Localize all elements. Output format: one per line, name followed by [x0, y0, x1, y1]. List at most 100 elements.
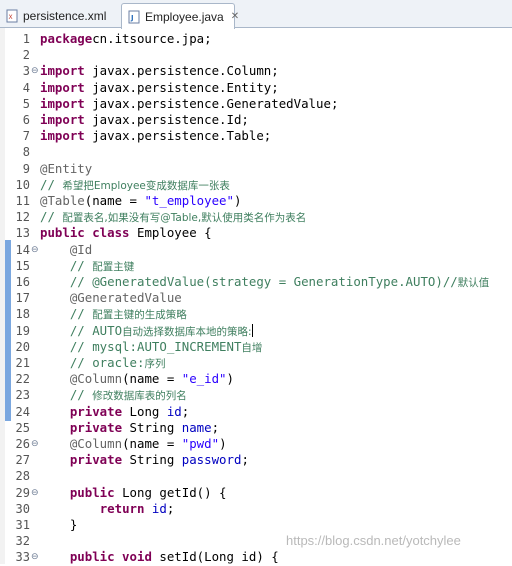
code-token: name: [181, 419, 212, 435]
code-token: import: [40, 63, 85, 79]
code-text: // 配置主键的生成策略: [40, 306, 187, 323]
code-line[interactable]: 1 packagecn.itsource.jpa;: [0, 31, 512, 47]
line-number: 24: [15, 404, 30, 419]
code-token: Long: [122, 403, 167, 419]
code-token: @Table: [40, 193, 85, 208]
code-token: javax.persistence.Id;: [84, 112, 249, 127]
code-line[interactable]: 14 ⊖ @Id: [0, 242, 512, 258]
code-token: Long getId() {: [114, 484, 227, 500]
code-token: Employee {: [129, 225, 212, 241]
code-token: // oracle:: [69, 355, 145, 370]
code-line[interactable]: 20 // mysql:AUTO_INCREMENT自增: [0, 339, 512, 355]
code-text: @Entity: [40, 161, 92, 177]
code-line[interactable]: 25 private String name;: [0, 420, 512, 436]
code-line[interactable]: 6 import javax.persistence.Id;: [0, 112, 512, 128]
code-token: (name =: [122, 436, 182, 451]
line-number: 33: [15, 550, 30, 565]
code-line[interactable]: 7 import javax.persistence.Table;: [0, 128, 512, 144]
code-token: ;: [211, 419, 220, 435]
code-line[interactable]: 27 private String password;: [0, 452, 512, 468]
line-number: 12: [15, 210, 30, 225]
code-line[interactable]: 15 // 配置主键: [0, 258, 512, 274]
line-number: 13: [15, 226, 30, 241]
fold-toggle-icon[interactable]: ⊖: [31, 552, 39, 562]
code-line[interactable]: 29 ⊖ public Long getId() {: [0, 485, 512, 501]
code-token: private: [69, 419, 123, 435]
java-file-icon: J: [128, 10, 140, 23]
code-text: private String password;: [40, 452, 249, 468]
code-token: 修改数据库表的列名: [92, 390, 187, 403]
code-text: @Column(name = "pwd"): [40, 436, 227, 452]
code-token: id: [166, 403, 182, 419]
code-line[interactable]: 8: [0, 144, 512, 160]
code-text: return id;: [40, 501, 175, 517]
code-text: private Long id;: [40, 404, 189, 420]
code-line[interactable]: 9 @Entity: [0, 161, 512, 177]
code-line[interactable]: 16 // @GeneratedValue(strategy = Generat…: [0, 274, 512, 290]
code-line[interactable]: 19 // AUTO自动选择数据库本地的策略:: [0, 323, 512, 339]
fold-toggle-icon[interactable]: ⊖: [31, 245, 39, 255]
code-token: javax.persistence.GeneratedValue;: [84, 95, 339, 111]
code-token: //: [69, 306, 93, 322]
code-line[interactable]: 12 // 配置表名,如果没有写@Table,默认使用类名作为表名: [0, 209, 512, 225]
code-line[interactable]: 26 ⊖ @Column(name = "pwd"): [0, 436, 512, 452]
fold-toggle-icon[interactable]: ⊖: [31, 66, 39, 76]
code-token: ;: [241, 452, 249, 468]
line-number: 9: [22, 161, 30, 176]
line-number: 4: [22, 80, 30, 95]
code-token: }: [40, 517, 78, 532]
code-token: // mysql:AUTO_INCREMENT: [69, 338, 242, 354]
code-line[interactable]: 2: [0, 47, 512, 63]
code-line[interactable]: 5 import javax.persistence.GeneratedValue…: [0, 96, 512, 112]
code-token: package: [40, 31, 93, 46]
code-line[interactable]: 21 // oracle:序列: [0, 355, 512, 371]
code-text: // 修改数据库表的列名: [40, 387, 187, 404]
code-text: packagecn.itsource.jpa;: [40, 31, 212, 47]
code-line[interactable]: 13 public class Employee {: [0, 225, 512, 241]
tab-persistence-xml[interactable]: X persistence.xml: [0, 3, 112, 28]
line-number: 2: [22, 48, 30, 63]
code-line[interactable]: 3 ⊖ import javax.persistence.Column;: [0, 63, 512, 79]
tab-label: persistence.xml: [23, 8, 107, 23]
code-token: private: [69, 403, 123, 419]
code-line[interactable]: 4 import javax.persistence.Entity;: [0, 80, 512, 96]
code-text: private String name;: [40, 420, 219, 436]
code-line[interactable]: 11 @Table(name = "t_employee"): [0, 193, 512, 209]
code-line[interactable]: 18 // 配置主键的生成策略: [0, 306, 512, 322]
code-line[interactable]: 23 // 修改数据库表的列名: [0, 387, 512, 403]
line-number: 3: [22, 64, 30, 79]
code-line[interactable]: 22 @Column(name = "e_id"): [0, 371, 512, 387]
code-token: ;: [181, 403, 190, 419]
code-line[interactable]: 10 // 希望把Employee变成数据库一张表: [0, 177, 512, 193]
code-editor[interactable]: 1 packagecn.itsource.jpa; 2 3 ⊖ import javax.…: [0, 28, 512, 564]
code-text: // 配置表名,如果没有写@Table,默认使用类名作为表名: [40, 209, 306, 226]
tab-employee-java[interactable]: J Employee.java ✕: [121, 3, 239, 29]
fold-toggle-icon[interactable]: ⊖: [31, 439, 39, 449]
code-line[interactable]: 30 return id;: [0, 501, 512, 517]
code-text: public Long getId() {: [40, 485, 227, 501]
code-line[interactable]: 31 }: [0, 517, 512, 533]
line-number: 8: [22, 145, 30, 160]
line-number: 5: [22, 96, 30, 111]
code-text: import javax.persistence.Id;: [40, 112, 249, 128]
code-token: javax.persistence.Table;: [84, 128, 272, 144]
code-line[interactable]: 24 private Long id;: [0, 404, 512, 420]
code-token: public class: [40, 225, 130, 241]
line-number: 15: [15, 258, 30, 273]
code-line[interactable]: 33 ⊖ public void setId(Long id) {: [0, 549, 512, 565]
close-icon[interactable]: ✕: [231, 11, 239, 22]
code-line[interactable]: 28: [0, 468, 512, 484]
fold-toggle-icon[interactable]: ⊖: [31, 488, 39, 498]
code-text: @Table(name = "t_employee"): [40, 193, 241, 209]
code-token: @Entity: [40, 160, 93, 176]
code-token: // AUTO: [69, 322, 123, 338]
line-number: 10: [15, 177, 30, 192]
code-line[interactable]: 17 @GeneratedValue: [0, 290, 512, 306]
